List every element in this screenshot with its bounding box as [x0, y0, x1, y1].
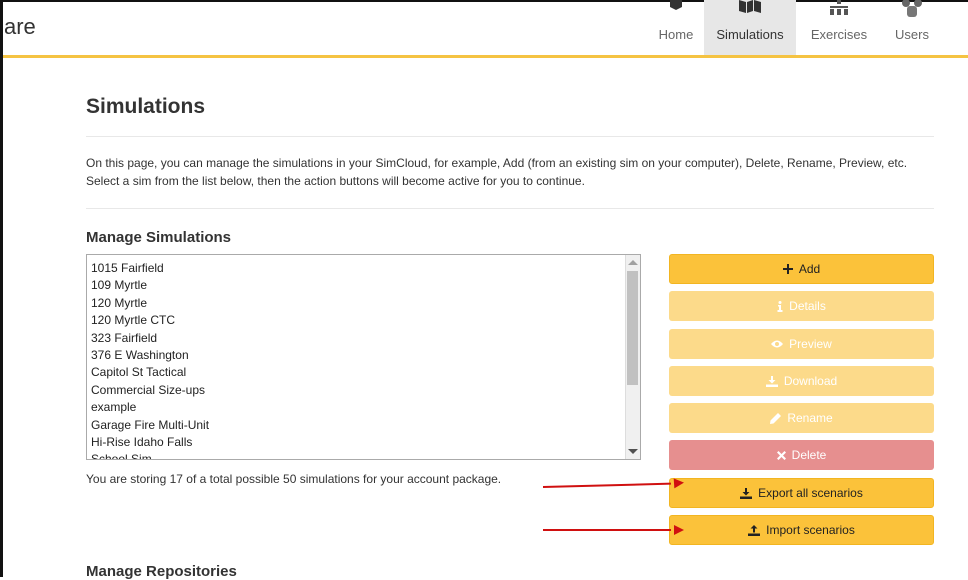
add-button-label: Add [798, 262, 821, 276]
scroll-down-arrow-icon[interactable] [628, 449, 638, 454]
network-icon [830, 0, 848, 15]
download-icon [740, 487, 753, 499]
scroll-up-arrow-icon[interactable] [628, 260, 638, 265]
list-item[interactable]: Garage Fire Multi-Unit [87, 417, 640, 434]
eye-icon [771, 340, 784, 348]
nav-users[interactable]: Users [880, 0, 944, 55]
page-title: Simulations [86, 95, 206, 118]
nav-home[interactable]: Home [648, 0, 704, 55]
annotation-arrowhead-import [674, 525, 684, 535]
screenshot-frame-left [0, 0, 3, 577]
rename-button-label: Rename [787, 411, 833, 425]
navbar-accent-line [3, 55, 968, 58]
page-intro: On this page, you can manage the simulat… [86, 156, 908, 188]
nav-users-label: Users [895, 27, 929, 42]
list-item[interactable]: 109 Myrtle [87, 277, 640, 294]
plus-icon [782, 264, 793, 274]
annotation-arrow-import [543, 529, 671, 531]
scroll-thumb[interactable] [627, 271, 638, 385]
close-icon [776, 450, 786, 460]
list-item[interactable]: 1015 Fairfield [87, 260, 640, 277]
list-item[interactable]: example [87, 399, 640, 416]
import-scenarios-label: Import scenarios [766, 523, 855, 537]
list-item[interactable]: Capitol St Tactical [87, 364, 640, 381]
nav-simulations-label: Simulations [716, 27, 784, 42]
list-scrollbar[interactable] [625, 255, 640, 459]
list-item[interactable]: 120 Myrtle CTC [87, 312, 640, 329]
map-icon [739, 0, 761, 13]
download-icon [765, 375, 778, 387]
simulations-listbox[interactable]: 1015 Fairfield 109 Myrtle 120 Myrtle 120… [86, 254, 641, 460]
download-button[interactable]: Download [669, 366, 934, 396]
home-icon [670, 0, 682, 10]
nav-simulations[interactable]: Simulations [704, 0, 796, 55]
upload-icon [748, 524, 761, 536]
divider [86, 208, 934, 209]
delete-button[interactable]: Delete [669, 440, 934, 470]
info-icon [777, 300, 783, 312]
nav-exercises[interactable]: Exercises [800, 0, 878, 55]
nav-home-label: Home [658, 27, 694, 42]
list-item[interactable]: School Sim [87, 451, 640, 459]
delete-button-label: Delete [791, 448, 827, 462]
rename-button[interactable]: Rename [669, 403, 934, 433]
add-button[interactable]: Add [669, 254, 934, 284]
manage-repositories-heading: Manage Repositories [86, 563, 237, 580]
download-button-label: Download [783, 374, 838, 388]
details-button-label: Details [789, 299, 826, 313]
list-item[interactable]: 120 Myrtle [87, 295, 640, 312]
manage-simulations-heading: Manage Simulations [86, 229, 232, 246]
import-scenarios-button[interactable]: Import scenarios [669, 515, 934, 545]
nav-exercises-label: Exercises [810, 27, 868, 42]
details-button[interactable]: Details [669, 291, 934, 321]
preview-button[interactable]: Preview [669, 329, 934, 359]
list-item[interactable]: Hi-Rise Idaho Falls [87, 434, 640, 451]
annotation-arrowhead-export [673, 477, 685, 489]
preview-button-label: Preview [789, 337, 832, 351]
export-all-scenarios-label: Export all scenarios [758, 486, 863, 500]
list-item[interactable]: 323 Fairfield [87, 330, 640, 347]
brand-name[interactable]: are [4, 14, 36, 40]
export-all-scenarios-button[interactable]: Export all scenarios [669, 478, 934, 508]
list-item[interactable]: 376 E Washington [87, 347, 640, 364]
top-navbar: are Home Simulations Exercises Users [0, 0, 968, 57]
annotation-arrow-export [542, 482, 671, 488]
divider [86, 136, 934, 137]
storage-usage-note: You are storing 17 of a total possible 5… [86, 472, 502, 486]
users-icon [902, 0, 922, 17]
list-item[interactable]: Commercial Size-ups [87, 382, 640, 399]
pencil-icon [770, 412, 782, 424]
